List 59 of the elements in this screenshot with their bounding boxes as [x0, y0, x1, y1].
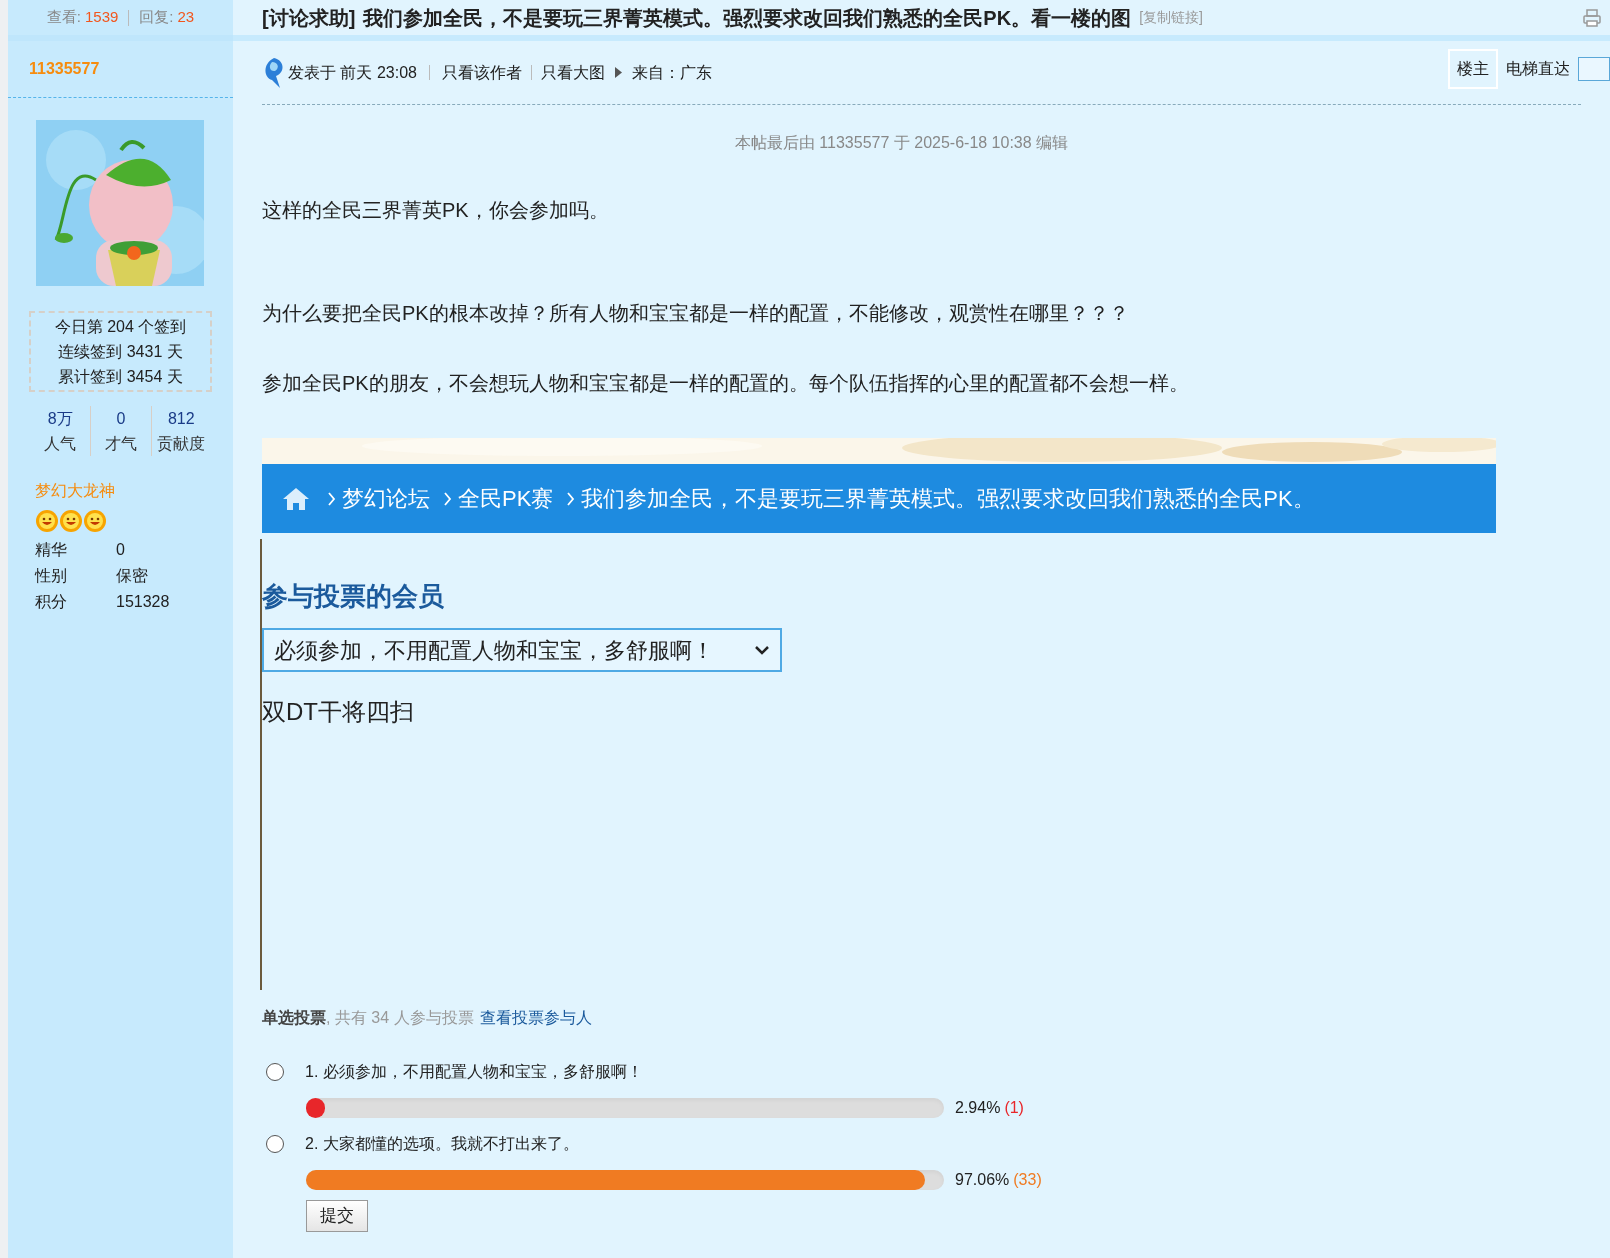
only-large-image-link[interactable]: 只看大图	[540, 60, 605, 85]
option-label: 1. 必须参加，不用配置人物和宝宝，多舒服啊！	[305, 1062, 643, 1082]
stat-label: 才气	[105, 434, 137, 454]
post-paragraph: 这样的全民三界菁英PK，你会参加吗。	[262, 198, 610, 223]
vote-count: (1)	[1004, 1098, 1024, 1118]
chevron-icon	[567, 491, 576, 506]
stat-value[interactable]: 812	[167, 406, 195, 431]
location-text: 来自：广东	[631, 62, 712, 83]
stat-label: 贡献度	[157, 434, 206, 454]
chevron-icon	[328, 491, 336, 506]
view-voters-link[interactable]: 查看投票参与人	[479, 1006, 592, 1030]
radio-button[interactable]	[266, 1063, 284, 1081]
submit-button[interactable]: 提交	[306, 1200, 368, 1232]
vote-percent: 2.94%	[955, 1098, 1001, 1118]
edit-note: 本帖最后由 11335577 于 2025-6-18 10:38 编辑	[733, 133, 1070, 153]
radio-button[interactable]	[266, 1135, 284, 1153]
profile-label: 性别	[35, 566, 68, 586]
only-author-link[interactable]: 只看该作者	[441, 60, 522, 85]
section-heading: 参与投票的会员	[262, 580, 445, 613]
stat-value[interactable]: 0	[116, 406, 126, 431]
floor-input[interactable]	[1578, 57, 1610, 81]
option-label: 2. 大家都懂的选项。我就不打出来了。	[305, 1134, 579, 1154]
views-count: 1539	[84, 7, 119, 28]
thread-title: 我们参加全民，不是要玩三界菁英模式。强烈要求改回我们熟悉的全民PK。看一楼的图	[363, 5, 1132, 31]
breadcrumb-link[interactable]: 全民PK赛	[458, 482, 554, 515]
chevron-icon	[444, 491, 452, 506]
vote-count: (33)	[1013, 1170, 1042, 1190]
home-icon[interactable]	[282, 486, 310, 511]
poll-summary: 单选投票, 共有 34 人参与投票	[262, 1008, 474, 1028]
floor-label: 楼主	[1448, 49, 1498, 89]
post-paragraph: 参加全民PK的朋友，不会想玩人物和宝宝都是一样的配置的。每个队伍指挥的心里的配置都不会想一样。	[262, 371, 1190, 396]
vote-percent: 97.06%	[955, 1170, 1010, 1190]
post-time: 发表于 前天 23:08	[288, 62, 417, 83]
member-name: 双DT干将四扫	[262, 697, 415, 727]
smiley-icon	[83, 509, 107, 533]
triangle-icon	[614, 67, 622, 78]
profile-value: 保密	[116, 566, 148, 586]
checkin-text: 今日第 204 个签到	[54, 317, 187, 337]
replies-count: 23	[177, 7, 195, 28]
smiley-icon	[35, 509, 59, 533]
member-dropdown[interactable]: 必须参加，不用配置人物和宝宝，多舒服啊！	[262, 628, 782, 672]
smiley-icon	[59, 509, 83, 533]
views-label: 查看:	[46, 7, 81, 28]
profile-label: 积分	[35, 592, 68, 612]
jump-label: 电梯直达	[1506, 59, 1570, 79]
rank-title: 梦幻大龙神	[35, 481, 116, 501]
breadcrumb-link[interactable]: 我们参加全民，不是要玩三界菁英模式。强烈要求改回我们熟悉的全民PK。	[581, 482, 1315, 515]
stat-label: 人气	[44, 434, 77, 454]
checkin-text: 连续签到 3431 天	[58, 342, 183, 362]
stat-value[interactable]: 8万	[47, 406, 73, 431]
thread-category: [讨论求助]	[262, 5, 356, 31]
print-icon[interactable]	[1582, 7, 1602, 28]
profile-value: 0	[116, 540, 125, 560]
profile-label: 精华	[35, 540, 68, 560]
profile-value: 151328	[116, 592, 170, 612]
breadcrumb-link[interactable]: 梦幻论坛	[342, 482, 430, 515]
checkin-text: 累计签到 3454 天	[58, 367, 183, 387]
replies-label: 回复:	[139, 7, 174, 28]
post-paragraph: 为什么要把全民PK的根本改掉？所有人物和宝宝都是一样的配置，不能修改，观赏性在哪里？？？	[262, 301, 1130, 326]
